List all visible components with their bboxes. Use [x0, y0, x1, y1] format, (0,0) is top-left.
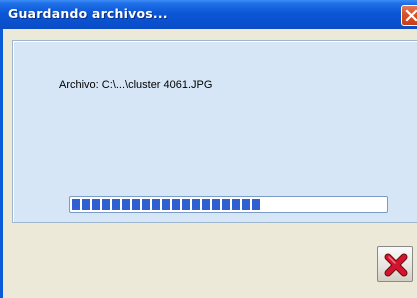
progress-panel: Archivo: C:\...\cluster 4061.JPG — [12, 40, 417, 223]
save-progress-window: Guardando archivos... Archivo: C:\...\cl… — [0, 0, 417, 298]
close-icon — [405, 9, 417, 22]
red-x-cancel-icon — [384, 253, 408, 277]
dialog-body: Archivo: C:\...\cluster 4061.JPG — [3, 29, 417, 298]
window-title: Guardando archivos... — [8, 6, 168, 21]
current-file-label: Archivo: C:\...\cluster 4061.JPG — [59, 79, 213, 91]
close-button[interactable] — [401, 5, 417, 26]
progress-bar-fill — [72, 199, 260, 210]
progress-bar — [69, 196, 388, 213]
title-bar[interactable]: Guardando archivos... — [0, 0, 417, 29]
cancel-button[interactable] — [377, 246, 413, 282]
